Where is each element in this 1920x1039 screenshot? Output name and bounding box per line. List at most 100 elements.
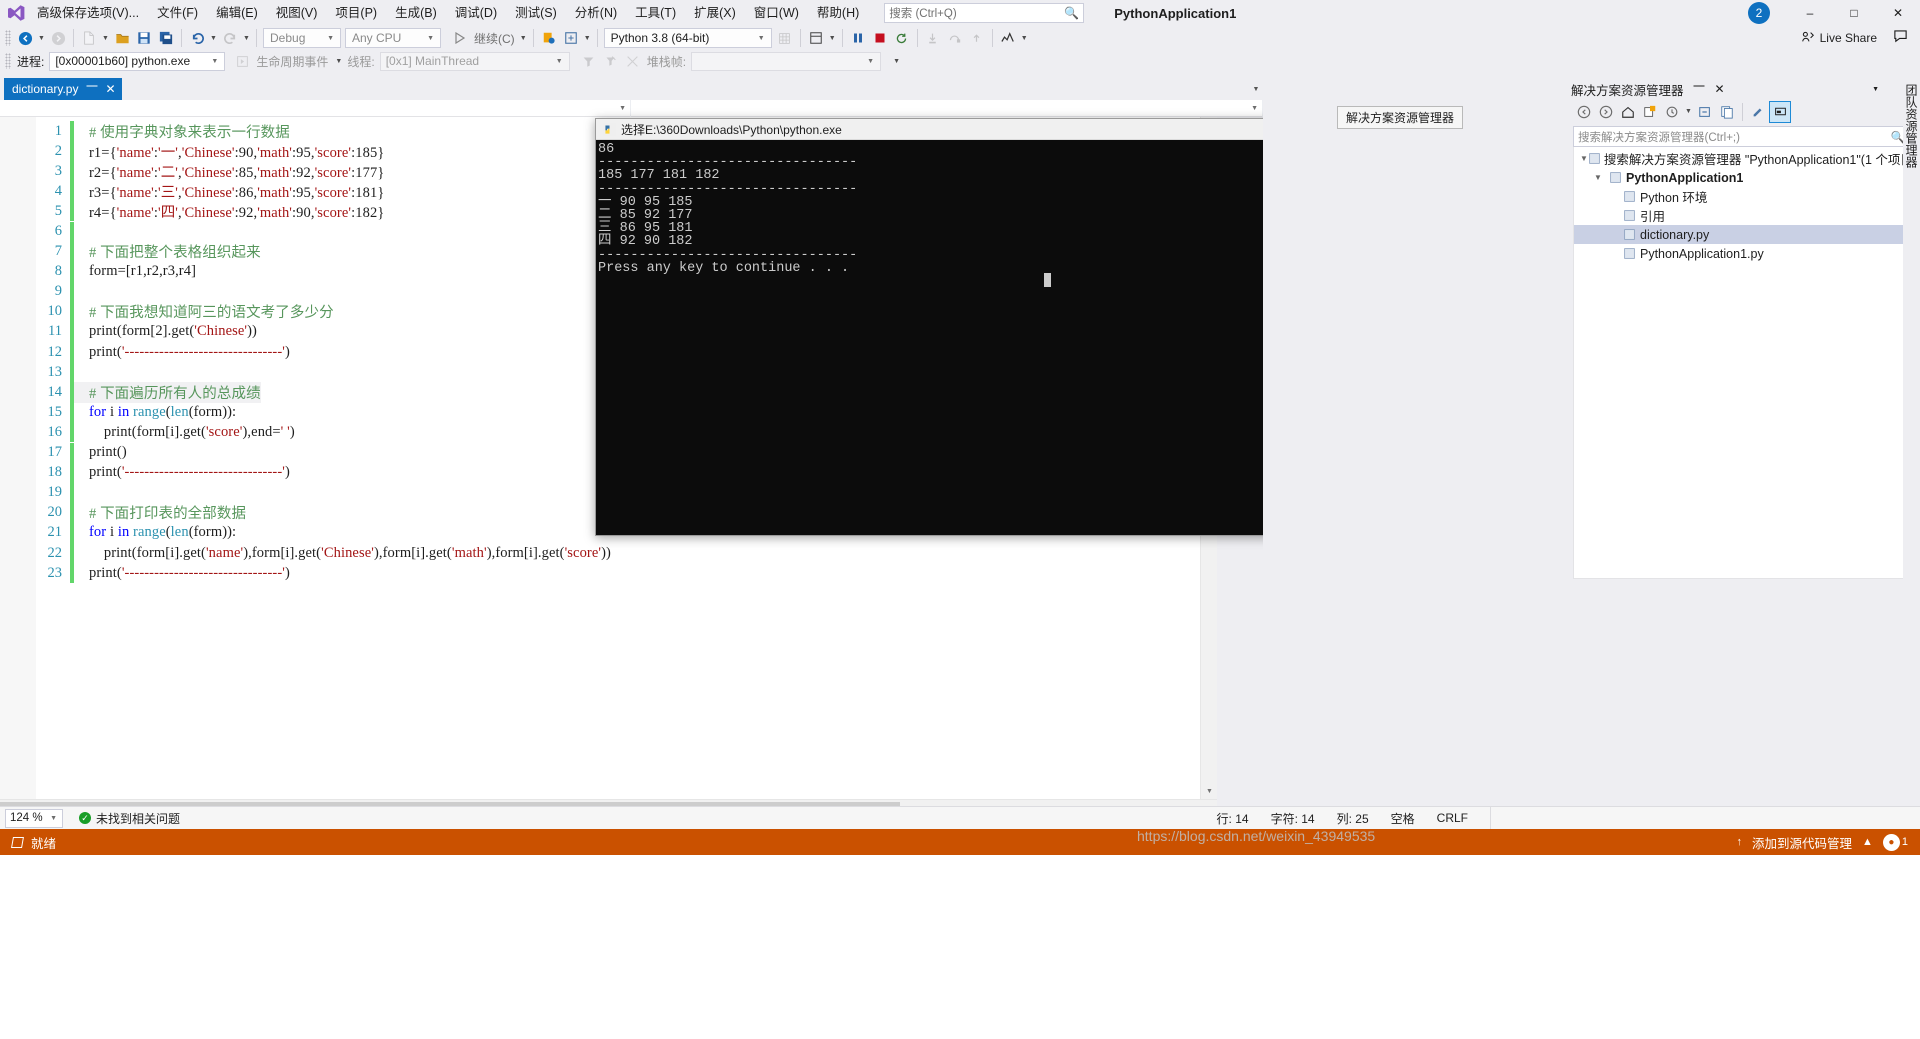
scroll-down-icon[interactable]: ▼ [1201, 784, 1218, 799]
toolbar-grip[interactable] [5, 30, 11, 46]
close-icon[interactable]: ✕ [105, 82, 115, 96]
step-out-icon[interactable] [966, 27, 988, 49]
chevron-down-icon[interactable]: ▼ [754, 35, 769, 42]
collapse-all-icon[interactable] [1694, 101, 1716, 123]
open-folder-icon[interactable] [111, 27, 133, 49]
solution-configuration-dropdown[interactable]: Debug ▼ [263, 28, 341, 48]
lifecycle-dropdown-icon[interactable]: ▼ [333, 50, 344, 72]
pending-changes-icon[interactable] [1661, 101, 1683, 123]
navigate-forward-icon[interactable] [47, 27, 69, 49]
undo-icon[interactable] [186, 27, 208, 49]
solution-tree-item[interactable]: 引用 [1574, 206, 1920, 225]
chevron-down-icon[interactable]: ▼ [423, 35, 438, 42]
restart-icon[interactable] [891, 27, 913, 49]
zoom-level-dropdown[interactable]: 124 % ▼ [5, 808, 63, 828]
menu-item-10[interactable]: 扩展(X) [685, 0, 745, 26]
menu-item-7[interactable]: 测试(S) [506, 0, 566, 26]
tab-overflow-icon[interactable]: ▼ [1249, 78, 1263, 100]
menu-item-0[interactable]: 高级保存选项(V)... [28, 0, 148, 26]
layout-icon[interactable] [805, 27, 827, 49]
menu-item-5[interactable]: 生成(B) [386, 0, 446, 26]
close-icon[interactable]: ✕ [1876, 0, 1920, 26]
menu-item-3[interactable]: 视图(V) [267, 0, 327, 26]
process-dropdown[interactable]: [0x00001b60] python.exe ▼ [49, 51, 226, 71]
menu-item-9[interactable]: 工具(T) [626, 0, 685, 26]
chevron-down-icon[interactable]: ▼ [1251, 105, 1258, 112]
toolbar-overflow-icon[interactable]: ▼ [891, 50, 902, 72]
magnifier-icon[interactable]: 🔍 [1064, 6, 1079, 20]
save-all-icon[interactable] [155, 27, 177, 49]
solution-explorer-search-input[interactable]: 搜索解决方案资源管理器(Ctrl+;) 🔍 ▼ [1573, 126, 1920, 147]
no-frames-icon[interactable] [622, 50, 644, 72]
new-file-dropdown-icon[interactable]: ▼ [100, 27, 111, 49]
feedback-icon[interactable] [1893, 29, 1908, 47]
chevron-down-icon[interactable]: ▼ [207, 58, 222, 65]
navbar-type-dropdown[interactable]: ▼ [0, 100, 631, 117]
pin-icon[interactable]: ⎻ [86, 83, 97, 96]
hot-reload-dropdown-icon[interactable]: ▼ [582, 27, 593, 49]
source-control-label[interactable]: 添加到源代码管理 [1752, 833, 1852, 852]
start-debug-icon[interactable] [449, 27, 471, 49]
step-into-icon[interactable] [922, 27, 944, 49]
solution-tree-item[interactable]: PythonApplication1.py [1574, 244, 1920, 263]
pin-icon[interactable]: ⎻ [1694, 83, 1705, 96]
navigate-forward-icon[interactable] [1595, 101, 1617, 123]
new-file-icon[interactable] [78, 27, 100, 49]
layout-dropdown-icon[interactable]: ▼ [827, 27, 838, 49]
continue-button-label[interactable]: 继续(C) [471, 30, 518, 47]
solution-tree-item[interactable]: dictionary.py [1574, 225, 1920, 244]
chevron-up-icon[interactable]: ▲ [1862, 836, 1873, 848]
pause-icon[interactable] [847, 27, 869, 49]
diagnostics-dropdown-icon[interactable]: ▼ [1019, 27, 1030, 49]
solution-platform-dropdown[interactable]: Any CPU ▼ [345, 28, 441, 48]
chevron-right-icon[interactable]: ▼ [1594, 173, 1607, 182]
home-icon[interactable] [1617, 101, 1639, 123]
menu-item-6[interactable]: 调试(D) [446, 0, 506, 26]
grid-icon[interactable] [774, 27, 796, 49]
navbar-member-dropdown[interactable]: ▼ [631, 100, 1263, 117]
indentation-indicator[interactable]: 空格 [1391, 810, 1415, 827]
chevron-down-icon[interactable]: ▼ [863, 58, 878, 65]
code-line[interactable]: 23 print('-------------------------------… [0, 563, 1200, 584]
chevron-down-icon[interactable]: ▼ [50, 815, 60, 822]
menu-item-2[interactable]: 编辑(E) [207, 0, 267, 26]
menu-item-4[interactable]: 项目(P) [326, 0, 386, 26]
close-icon[interactable]: ✕ [1715, 82, 1725, 96]
hot-reload-icon[interactable] [560, 27, 582, 49]
maximize-icon[interactable]: □ [1832, 0, 1876, 26]
chevron-down-icon[interactable]: ▼ [323, 35, 338, 42]
navigate-back-dropdown-icon[interactable]: ▼ [36, 27, 47, 49]
minimize-icon[interactable]: – [1788, 0, 1832, 26]
code-line[interactable]: 22 print(form[i].get('name'),form[i].get… [0, 543, 1200, 564]
chevron-down-icon[interactable]: ▼ [1872, 86, 1879, 93]
solution-explorer-header[interactable]: 解决方案资源管理器 ⎻ ✕ ▼ [1563, 78, 1903, 100]
chevron-down-icon[interactable]: ▼ [552, 58, 567, 65]
redo-icon[interactable] [219, 27, 241, 49]
continue-dropdown-icon[interactable]: ▼ [518, 27, 529, 49]
navigate-back-icon[interactable] [1573, 101, 1595, 123]
preview-selected-items-icon[interactable] [1769, 100, 1791, 123]
live-share-button[interactable]: Live Share [1801, 30, 1877, 47]
menu-item-1[interactable]: 文件(F) [148, 0, 207, 26]
save-icon[interactable] [133, 27, 155, 49]
menu-item-8[interactable]: 分析(N) [566, 0, 626, 26]
lifecycle-events-icon[interactable] [231, 50, 253, 72]
stop-icon[interactable] [869, 27, 891, 49]
solution-tree-item[interactable]: ▼ 搜索解决方案资源管理器 "PythonApplication1"(1 个项目/… [1574, 149, 1920, 168]
stackframe-dropdown[interactable]: ▼ [691, 51, 882, 71]
eol-indicator[interactable]: CRLF [1437, 811, 1468, 825]
error-status-indicator[interactable]: ✓ 未找到相关问题 [79, 810, 180, 827]
show-all-files-icon[interactable] [1716, 101, 1738, 123]
properties-icon[interactable] [1747, 101, 1769, 123]
bell-icon[interactable]: ● [1882, 833, 1900, 851]
solution-tree-item[interactable]: ▼ PythonApplication1 [1574, 168, 1920, 187]
attach-process-icon[interactable] [538, 27, 560, 49]
step-over-icon[interactable] [944, 27, 966, 49]
thread-dropdown[interactable]: [0x1] MainThread ▼ [379, 51, 570, 71]
python-interpreter-dropdown[interactable]: Python 3.8 (64-bit) ▼ [603, 28, 772, 48]
diagnostics-icon[interactable] [997, 27, 1019, 49]
undo-dropdown-icon[interactable]: ▼ [208, 27, 219, 49]
filter-icon[interactable] [578, 50, 600, 72]
solution-explorer-tree[interactable]: ▼ 搜索解决方案资源管理器 "PythonApplication1"(1 个项目/… [1573, 147, 1920, 579]
redo-dropdown-icon[interactable]: ▼ [241, 27, 252, 49]
